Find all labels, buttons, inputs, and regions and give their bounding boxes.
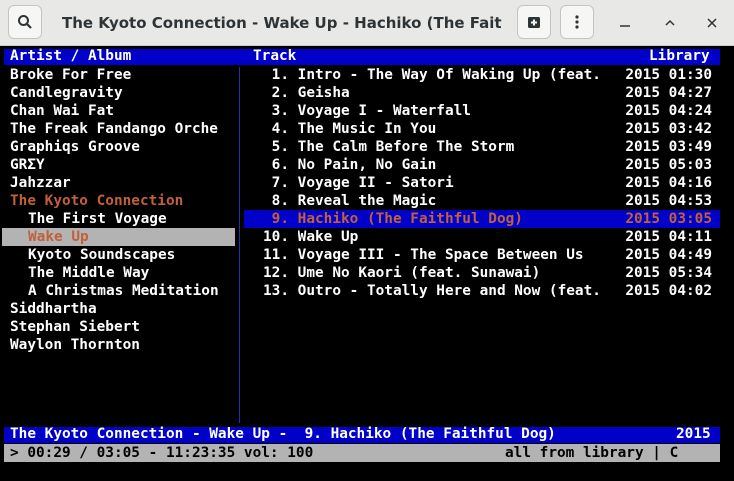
track-date-duration: 2015 04:27: [625, 85, 712, 101]
playback-position: > 00:29 / 03:05 - 11:23:35 vol: 100: [10, 445, 314, 461]
track-title: Geisha: [297, 85, 350, 101]
track-row[interactable]: 12. Ume No Kaori (feat. Sunawai) 2015 05:…: [244, 264, 720, 282]
library-header: Library: [649, 48, 710, 64]
track-row-playing[interactable]: 9. Hachiko (The Faithful Dog) 2015 03:05: [244, 210, 720, 228]
track-date-duration: 2015 05:34: [625, 265, 712, 281]
artist-item[interactable]: Siddhartha: [10, 300, 235, 318]
track-number: 2.: [271, 85, 289, 101]
track-number: 10.: [263, 229, 289, 245]
track-title: The Calm Before The Storm: [297, 139, 515, 155]
track-date-duration: 2015 05:03: [625, 157, 712, 173]
track-number: 8.: [271, 193, 289, 209]
artist-item[interactable]: Graphiqs Groove: [10, 138, 235, 156]
album-item[interactable]: The First Voyage: [10, 210, 235, 228]
artist-album-header: Artist / Album: [10, 48, 132, 64]
track-title: Hachiko (The Faithful Dog): [297, 211, 523, 227]
artist-item[interactable]: Waylon Thornton: [10, 336, 235, 354]
artist-item[interactable]: Chan Wai Fat: [10, 102, 235, 120]
title-bar: The Kyoto Connection - Wake Up - Hachiko…: [0, 0, 734, 46]
track-date-duration: 2015 04:16: [625, 175, 712, 191]
menu-button[interactable]: [560, 5, 594, 39]
now-playing-text: The Kyoto Connection - Wake Up - 9. Hach…: [10, 426, 556, 442]
track-number: 7.: [271, 175, 289, 191]
track-number: 6.: [271, 157, 289, 173]
track-row[interactable]: 2. Geisha 2015 04:27: [244, 84, 720, 102]
track-number: 4.: [271, 121, 289, 137]
track-title: Intro - The Way Of Waking Up (feat.: [297, 67, 601, 83]
track-row[interactable]: 10. Wake Up 2015 04:11: [244, 228, 720, 246]
track-header: Track: [253, 48, 297, 64]
track-number: 5.: [271, 139, 289, 155]
track-number: 3.: [271, 103, 289, 119]
maximize-button[interactable]: [658, 11, 682, 35]
track-row[interactable]: 11. Voyage III - The Space Between Us 201…: [244, 246, 720, 264]
track-row[interactable]: 5. The Calm Before The Storm 2015 03:49: [244, 138, 720, 156]
close-button[interactable]: [700, 11, 724, 35]
search-icon: [18, 15, 32, 29]
track-title: Outro - Totally Here and Now (feat.: [297, 283, 601, 299]
track-title: Voyage I - Waterfall: [297, 103, 471, 119]
now-playing-year: 2015: [676, 426, 711, 442]
track-row[interactable]: 1. Intro - The Way Of Waking Up (feat. 20…: [244, 66, 720, 84]
track-title: Ume No Kaori (feat. Sunawai): [297, 265, 541, 281]
track-number: 9.: [271, 211, 289, 227]
artist-item[interactable]: The Freak Fandango Orche: [10, 120, 235, 138]
kebab-menu-icon: [575, 15, 579, 29]
track-date-duration: 2015 03:49: [625, 139, 712, 155]
track-title: Wake Up: [297, 229, 359, 245]
album-item[interactable]: Kyoto Soundscapes: [10, 246, 235, 264]
album-item[interactable]: A Christmas Meditation: [10, 282, 235, 300]
track-number: 11.: [263, 247, 289, 263]
track-date-duration: 2015 04:49: [625, 247, 712, 263]
track-title: Voyage III - The Space Between Us: [297, 247, 584, 263]
track-row[interactable]: 4. The Music In You 2015 03:42: [244, 120, 720, 138]
track-date-duration: 2015 04:24: [625, 103, 712, 119]
track-title: No Pain, No Gain: [297, 157, 437, 173]
artist-item[interactable]: Broke For Free: [10, 66, 235, 84]
artist-item[interactable]: Jahzzar: [10, 174, 235, 192]
artist-item-active[interactable]: The Kyoto Connection: [10, 192, 235, 210]
track-title: Voyage II - Satori: [297, 175, 454, 191]
track-number: 12.: [263, 265, 289, 281]
app-window: The Kyoto Connection - Wake Up - Hachiko…: [0, 0, 734, 481]
album-item-selected[interactable]: Wake Up: [2, 228, 235, 246]
new-tab-icon: [528, 17, 540, 28]
terminal-area: Artist / Album Track Library Broke For F…: [0, 47, 734, 481]
new-tab-button[interactable]: [517, 5, 551, 39]
track-title: The Music In You: [297, 121, 437, 137]
minimize-icon: [620, 25, 630, 27]
window-title: The Kyoto Connection - Wake Up - Hachiko…: [62, 14, 502, 32]
artist-item[interactable]: GRƩY: [10, 156, 235, 174]
artist-item[interactable]: Stephan Siebert: [10, 318, 235, 336]
artist-item[interactable]: Candlegravity: [10, 84, 235, 102]
track-date-duration: 2015 04:11: [625, 229, 712, 245]
track-number: 1.: [271, 67, 289, 83]
track-date-duration: 2015 03:42: [625, 121, 712, 137]
album-item[interactable]: The Middle Way: [10, 264, 235, 282]
track-date-duration: 2015 03:05: [625, 211, 712, 227]
track-date-duration: 2015 04:53: [625, 193, 712, 209]
pane-divider: [239, 67, 240, 423]
playback-mode: all from library | C: [505, 445, 679, 461]
track-row[interactable]: 7. Voyage II - Satori 2015 04:16: [244, 174, 720, 192]
minimize-button[interactable]: [613, 11, 637, 35]
track-row[interactable]: 13. Outro - Totally Here and Now (feat. 2…: [244, 282, 720, 300]
track-row[interactable]: 6. No Pain, No Gain 2015 05:03: [244, 156, 720, 174]
track-date-duration: 2015 04:02: [625, 283, 712, 299]
track-row[interactable]: 8. Reveal the Magic 2015 04:53: [244, 192, 720, 210]
track-row[interactable]: 3. Voyage I - Waterfall 2015 04:24: [244, 102, 720, 120]
track-title: Reveal the Magic: [297, 193, 437, 209]
track-date-duration: 2015 01:30: [625, 67, 712, 83]
close-icon: [707, 18, 717, 28]
maximize-icon: [665, 19, 675, 26]
track-number: 13.: [263, 283, 289, 299]
search-button[interactable]: [8, 5, 42, 39]
